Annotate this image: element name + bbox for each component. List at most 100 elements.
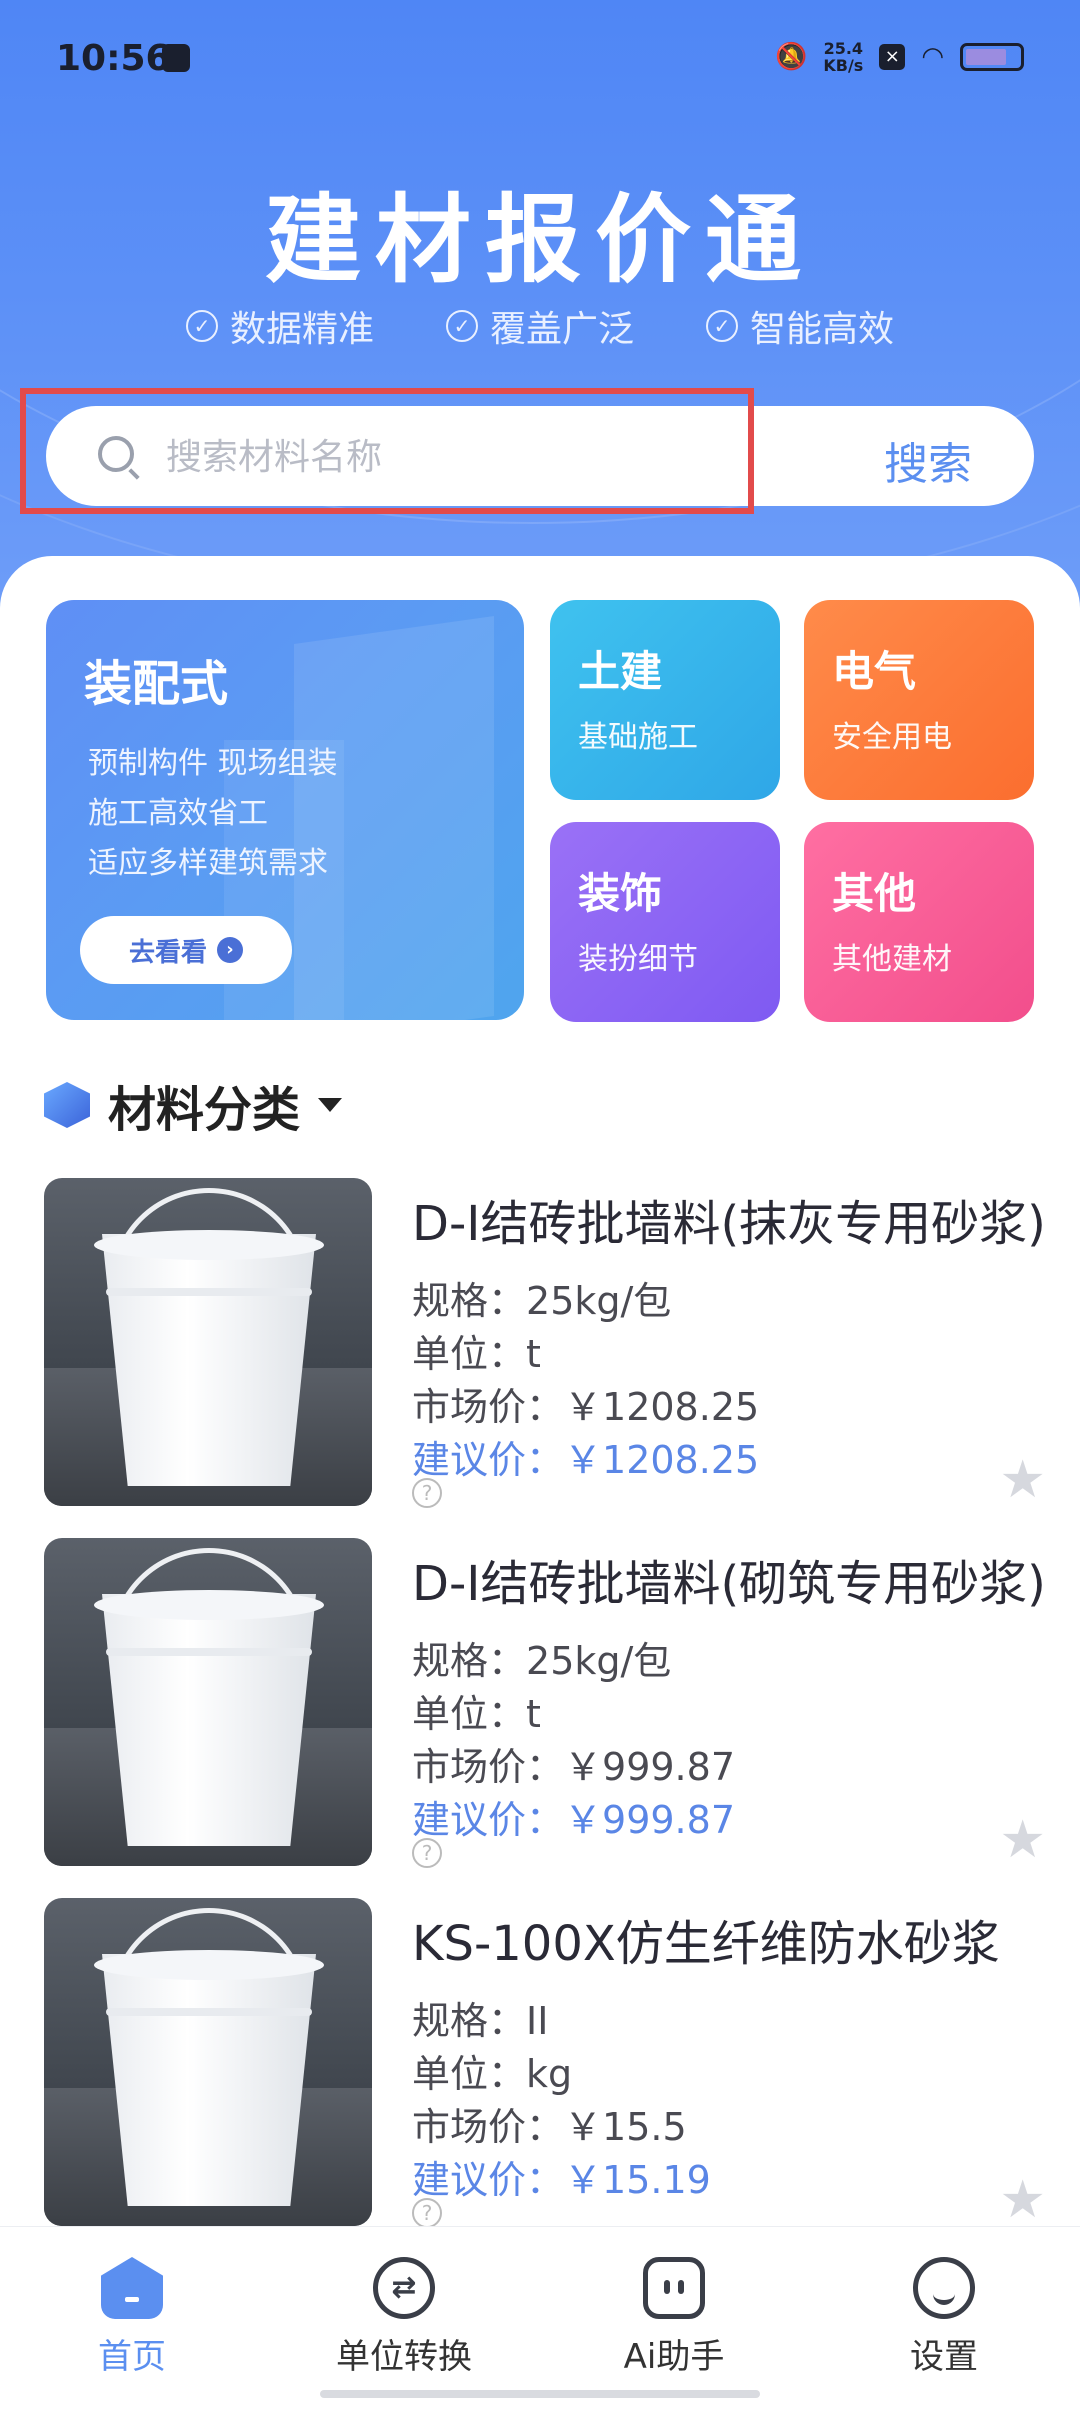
product-spec: 规格：25kg/包	[412, 1630, 671, 1685]
product-suggest-price: 建议价：￥15.19	[412, 2149, 711, 2204]
spec-label: 规格：	[412, 1279, 527, 1323]
close-box-icon: ×	[879, 44, 906, 70]
spec-label: 规格：	[412, 1999, 527, 2043]
suggest-label: 建议价：	[412, 2158, 565, 2202]
feature-item: ✓ 数据精准	[185, 300, 374, 352]
nav-unit-convert[interactable]: ⇄ 单位转换	[304, 2257, 504, 2378]
market-label: 市场价：	[412, 1745, 565, 1789]
product-spec: 规格：II	[412, 1990, 548, 2045]
suggest-value: 1208.25	[602, 1438, 760, 1482]
tile-subtitle: 基础施工	[578, 720, 698, 755]
product-image	[44, 1898, 372, 2226]
spec-label: 规格：	[412, 1639, 527, 1683]
nav-home-label: 首页	[98, 2337, 166, 2377]
product-item[interactable]: KS-100X仿生纤维防水砂浆 规格：II 单位：kg 市场价：￥15.5 建议…	[44, 1898, 1080, 2230]
feature-label: 数据精准	[229, 309, 374, 350]
suggest-value: 15.19	[602, 2158, 711, 2202]
feature-list: ✓ 数据精准 ✓ 覆盖广泛 ✓ 智能高效	[0, 300, 1080, 352]
market-value: 1208.25	[602, 1385, 760, 1429]
star-icon[interactable]: ★	[999, 1810, 1046, 1870]
network-speed-unit: KB/s	[823, 56, 864, 75]
currency-symbol: ￥	[564, 1385, 603, 1429]
feature-item: ✓ 智能高效	[706, 300, 894, 352]
product-image	[44, 1538, 372, 1866]
currency-symbol: ￥	[564, 1745, 603, 1789]
product-name: D-I结砖批墙料(抹灰专用砂浆)	[412, 1196, 1046, 1252]
bucket-ring	[106, 1648, 312, 1656]
check-circle-icon: ✓	[445, 310, 478, 342]
highlight-box	[20, 388, 754, 514]
spec-value: 25kg/包	[526, 1639, 672, 1683]
product-item[interactable]: D-I结砖批墙料(抹灰专用砂浆) 规格：25kg/包 单位：t 市场价：￥120…	[44, 1178, 1080, 1510]
product-spec: 规格：25kg/包	[412, 1270, 671, 1325]
nav-ai-label: Ai助手	[623, 2337, 725, 2377]
nav-home[interactable]: 首页	[32, 2257, 232, 2378]
feature-label: 覆盖广泛	[489, 309, 634, 350]
market-label: 市场价：	[412, 1385, 565, 1429]
feature-label: 智能高效	[750, 309, 895, 350]
tile-subtitle: 其他建材	[832, 942, 952, 977]
banner-go-button[interactable]: 去看看 ›	[80, 916, 292, 984]
star-icon[interactable]: ★	[999, 2170, 1046, 2230]
bucket-ring	[106, 2008, 312, 2016]
spec-value: II	[526, 1999, 549, 2043]
cube-icon	[44, 1082, 90, 1128]
home-indicator	[320, 2390, 760, 2398]
product-market-price: 市场价：￥999.87	[412, 1736, 735, 1791]
category-tile-civil[interactable]: 土建 基础施工	[550, 600, 780, 800]
bucket-body	[102, 1234, 316, 1486]
mute-icon: 🔕	[774, 42, 808, 72]
product-market-price: 市场价：￥15.5	[412, 2096, 687, 2151]
market-label: 市场价：	[412, 2105, 565, 2149]
product-name: D-I结砖批墙料(砌筑专用砂浆)	[412, 1556, 1046, 1612]
help-icon[interactable]: ?	[412, 1838, 442, 1868]
unit-value: t	[526, 1332, 541, 1376]
category-tile-electrical[interactable]: 电气 安全用电	[804, 600, 1034, 800]
unit-label: 单位：	[412, 1692, 527, 1736]
currency-symbol: ￥	[564, 1798, 603, 1842]
currency-symbol: ￥	[564, 1438, 603, 1482]
unit-label: 单位：	[412, 1332, 527, 1376]
banner-line: 预制构件 现场组装	[88, 746, 338, 781]
search-button[interactable]: 搜索	[884, 428, 972, 492]
banner-prefab[interactable]: 装配式 预制构件 现场组装 施工高效省工 适应多样建筑需求 去看看 ›	[46, 600, 524, 1020]
banner-line: 适应多样建筑需求	[88, 846, 328, 881]
battery-icon	[960, 43, 1024, 71]
bucket-rim	[94, 1950, 324, 1980]
product-unit: 单位：t	[412, 1683, 541, 1738]
status-bar: 10:56 🔕 25.4 KB/s × ◠	[0, 0, 1080, 120]
banner-go-label: 去看看	[128, 937, 207, 968]
suggest-value: 999.87	[602, 1798, 735, 1842]
nav-ai-assistant[interactable]: Ai助手	[574, 2257, 774, 2378]
robot-icon	[643, 2257, 705, 2319]
nav-settings[interactable]: 设置	[844, 2257, 1044, 2378]
status-right: 🔕 25.4 KB/s × ◠	[775, 40, 1024, 74]
category-dropdown[interactable]: 材料分类	[44, 1070, 343, 1140]
product-item[interactable]: D-I结砖批墙料(砌筑专用砂浆) 规格：25kg/包 单位：t 市场价：￥999…	[44, 1538, 1080, 1870]
help-icon[interactable]: ?	[412, 1478, 442, 1508]
tile-title: 土建	[578, 647, 663, 696]
nav-settings-label: 设置	[910, 2337, 978, 2377]
banner-title: 装配式	[84, 656, 229, 712]
bucket-body	[102, 1594, 316, 1846]
unit-label: 单位：	[412, 2052, 527, 2096]
help-icon[interactable]: ?	[412, 2198, 442, 2228]
star-icon[interactable]: ★	[999, 1450, 1046, 1510]
market-value: 15.5	[602, 2105, 687, 2149]
caret-down-icon	[318, 1098, 343, 1112]
bucket-ring	[106, 1288, 312, 1296]
category-tile-decoration[interactable]: 装饰 装扮细节	[550, 822, 780, 1022]
suggest-label: 建议价：	[412, 1438, 565, 1482]
suggest-label: 建议价：	[412, 1798, 565, 1842]
network-speed-value: 25.4	[823, 39, 864, 58]
network-speed: 25.4 KB/s	[823, 40, 863, 74]
tile-title: 装饰	[578, 869, 663, 918]
smile-icon	[913, 2257, 975, 2319]
home-icon	[101, 2257, 163, 2319]
chevron-right-icon: ›	[217, 937, 243, 963]
tile-subtitle: 装扮细节	[578, 942, 698, 977]
category-tile-other[interactable]: 其他 其他建材	[804, 822, 1034, 1022]
bucket-body	[102, 1954, 316, 2206]
bucket-rim	[94, 1230, 324, 1260]
product-unit: 单位：t	[412, 1323, 541, 1378]
